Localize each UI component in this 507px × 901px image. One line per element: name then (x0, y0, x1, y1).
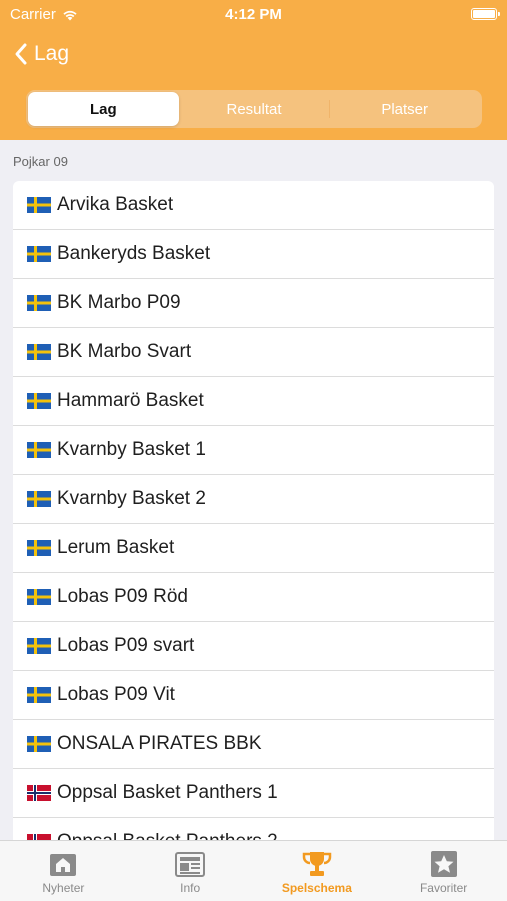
team-row[interactable]: Oppsal Basket Panthers 1 (13, 769, 494, 818)
sweden-flag-icon (27, 736, 51, 752)
team-row[interactable]: Bankeryds Basket (13, 230, 494, 279)
sweden-flag-icon (27, 589, 51, 605)
sweden-flag-icon (27, 540, 51, 556)
team-name: ONSALA PIRATES BBK (57, 733, 262, 754)
team-name: BK Marbo Svart (57, 341, 192, 362)
tab-info[interactable]: Info (127, 841, 254, 901)
sweden-flag-icon (27, 344, 51, 360)
info-icon (175, 852, 206, 877)
team-row[interactable]: Hammarö Basket (13, 377, 494, 426)
chevron-left-icon (15, 43, 27, 65)
star-icon (430, 851, 457, 877)
team-row[interactable]: Lobas P09 Vit (13, 671, 494, 720)
tab-label-info: Info (180, 881, 201, 895)
team-row[interactable]: Lerum Basket (13, 524, 494, 573)
section-header: Pojkar 09 (13, 154, 68, 169)
team-name: Kvarnby Basket 1 (57, 439, 206, 460)
status-bar: Carrier 4:12 PM (0, 0, 507, 28)
nav-bar: Lag (0, 36, 69, 72)
sweden-flag-icon (27, 638, 51, 654)
segment-lag[interactable]: Lag (28, 92, 179, 126)
norway-flag-icon (27, 785, 51, 801)
team-row[interactable]: Arvika Basket (13, 181, 494, 230)
sweden-flag-icon (27, 687, 51, 703)
tab-spelschema[interactable]: Spelschema (254, 841, 381, 901)
team-row[interactable]: ONSALA PIRATES BBK (13, 720, 494, 769)
sweden-flag-icon (27, 246, 51, 262)
team-name: Bankeryds Basket (57, 243, 211, 264)
nav-title: Lag (34, 42, 70, 65)
team-list: Arvika Basket Bankeryds Basket BK Marbo P0… (13, 181, 494, 866)
team-row[interactable]: BK Marbo P09 (13, 279, 494, 328)
tab-bar: Nyheter Info Spelschema Favoriter (0, 840, 507, 901)
segmented-control: Lag Resultat Platser (26, 90, 482, 128)
team-name: Hammarö Basket (57, 390, 204, 411)
sweden-flag-icon (27, 442, 51, 458)
sweden-flag-icon (27, 295, 51, 311)
team-name: Lobas P09 Röd (57, 586, 188, 607)
segment-resultat[interactable]: Resultat (179, 92, 330, 126)
team-name: Lobas P09 Vit (57, 684, 175, 705)
back-button[interactable]: Lag (0, 42, 69, 66)
team-row[interactable]: Kvarnby Basket 1 (13, 426, 494, 475)
team-name: Lobas P09 svart (57, 635, 195, 656)
team-row[interactable]: BK Marbo Svart (13, 328, 494, 377)
battery-icon (471, 8, 500, 20)
team-name: Lerum Basket (57, 537, 175, 558)
tab-label-nyheter: Nyheter (42, 881, 85, 895)
news-icon (50, 854, 77, 876)
team-name: Arvika Basket (57, 194, 174, 215)
team-name: Kvarnby Basket 2 (57, 488, 206, 509)
sweden-flag-icon (27, 393, 51, 409)
trophy-icon (302, 852, 332, 876)
tab-label-favoriter: Favoriter (419, 881, 468, 895)
tab-nyheter[interactable]: Nyheter (0, 841, 127, 901)
status-time: 4:12 PM (225, 6, 282, 23)
app-header: Carrier 4:12 PM Lag Lag Resultat Platser (0, 0, 507, 140)
team-row[interactable]: Lobas P09 svart (13, 622, 494, 671)
team-name: BK Marbo P09 (57, 292, 181, 313)
sweden-flag-icon (27, 197, 51, 213)
sweden-flag-icon (27, 491, 51, 507)
segment-platser[interactable]: Platser (329, 92, 480, 126)
team-name: Oppsal Basket Panthers 1 (57, 782, 278, 803)
tab-favoriter[interactable]: Favoriter (380, 841, 507, 901)
tab-label-spelschema: Spelschema (281, 881, 352, 895)
team-row[interactable]: Kvarnby Basket 2 (13, 475, 494, 524)
team-row[interactable]: Lobas P09 Röd (13, 573, 494, 622)
